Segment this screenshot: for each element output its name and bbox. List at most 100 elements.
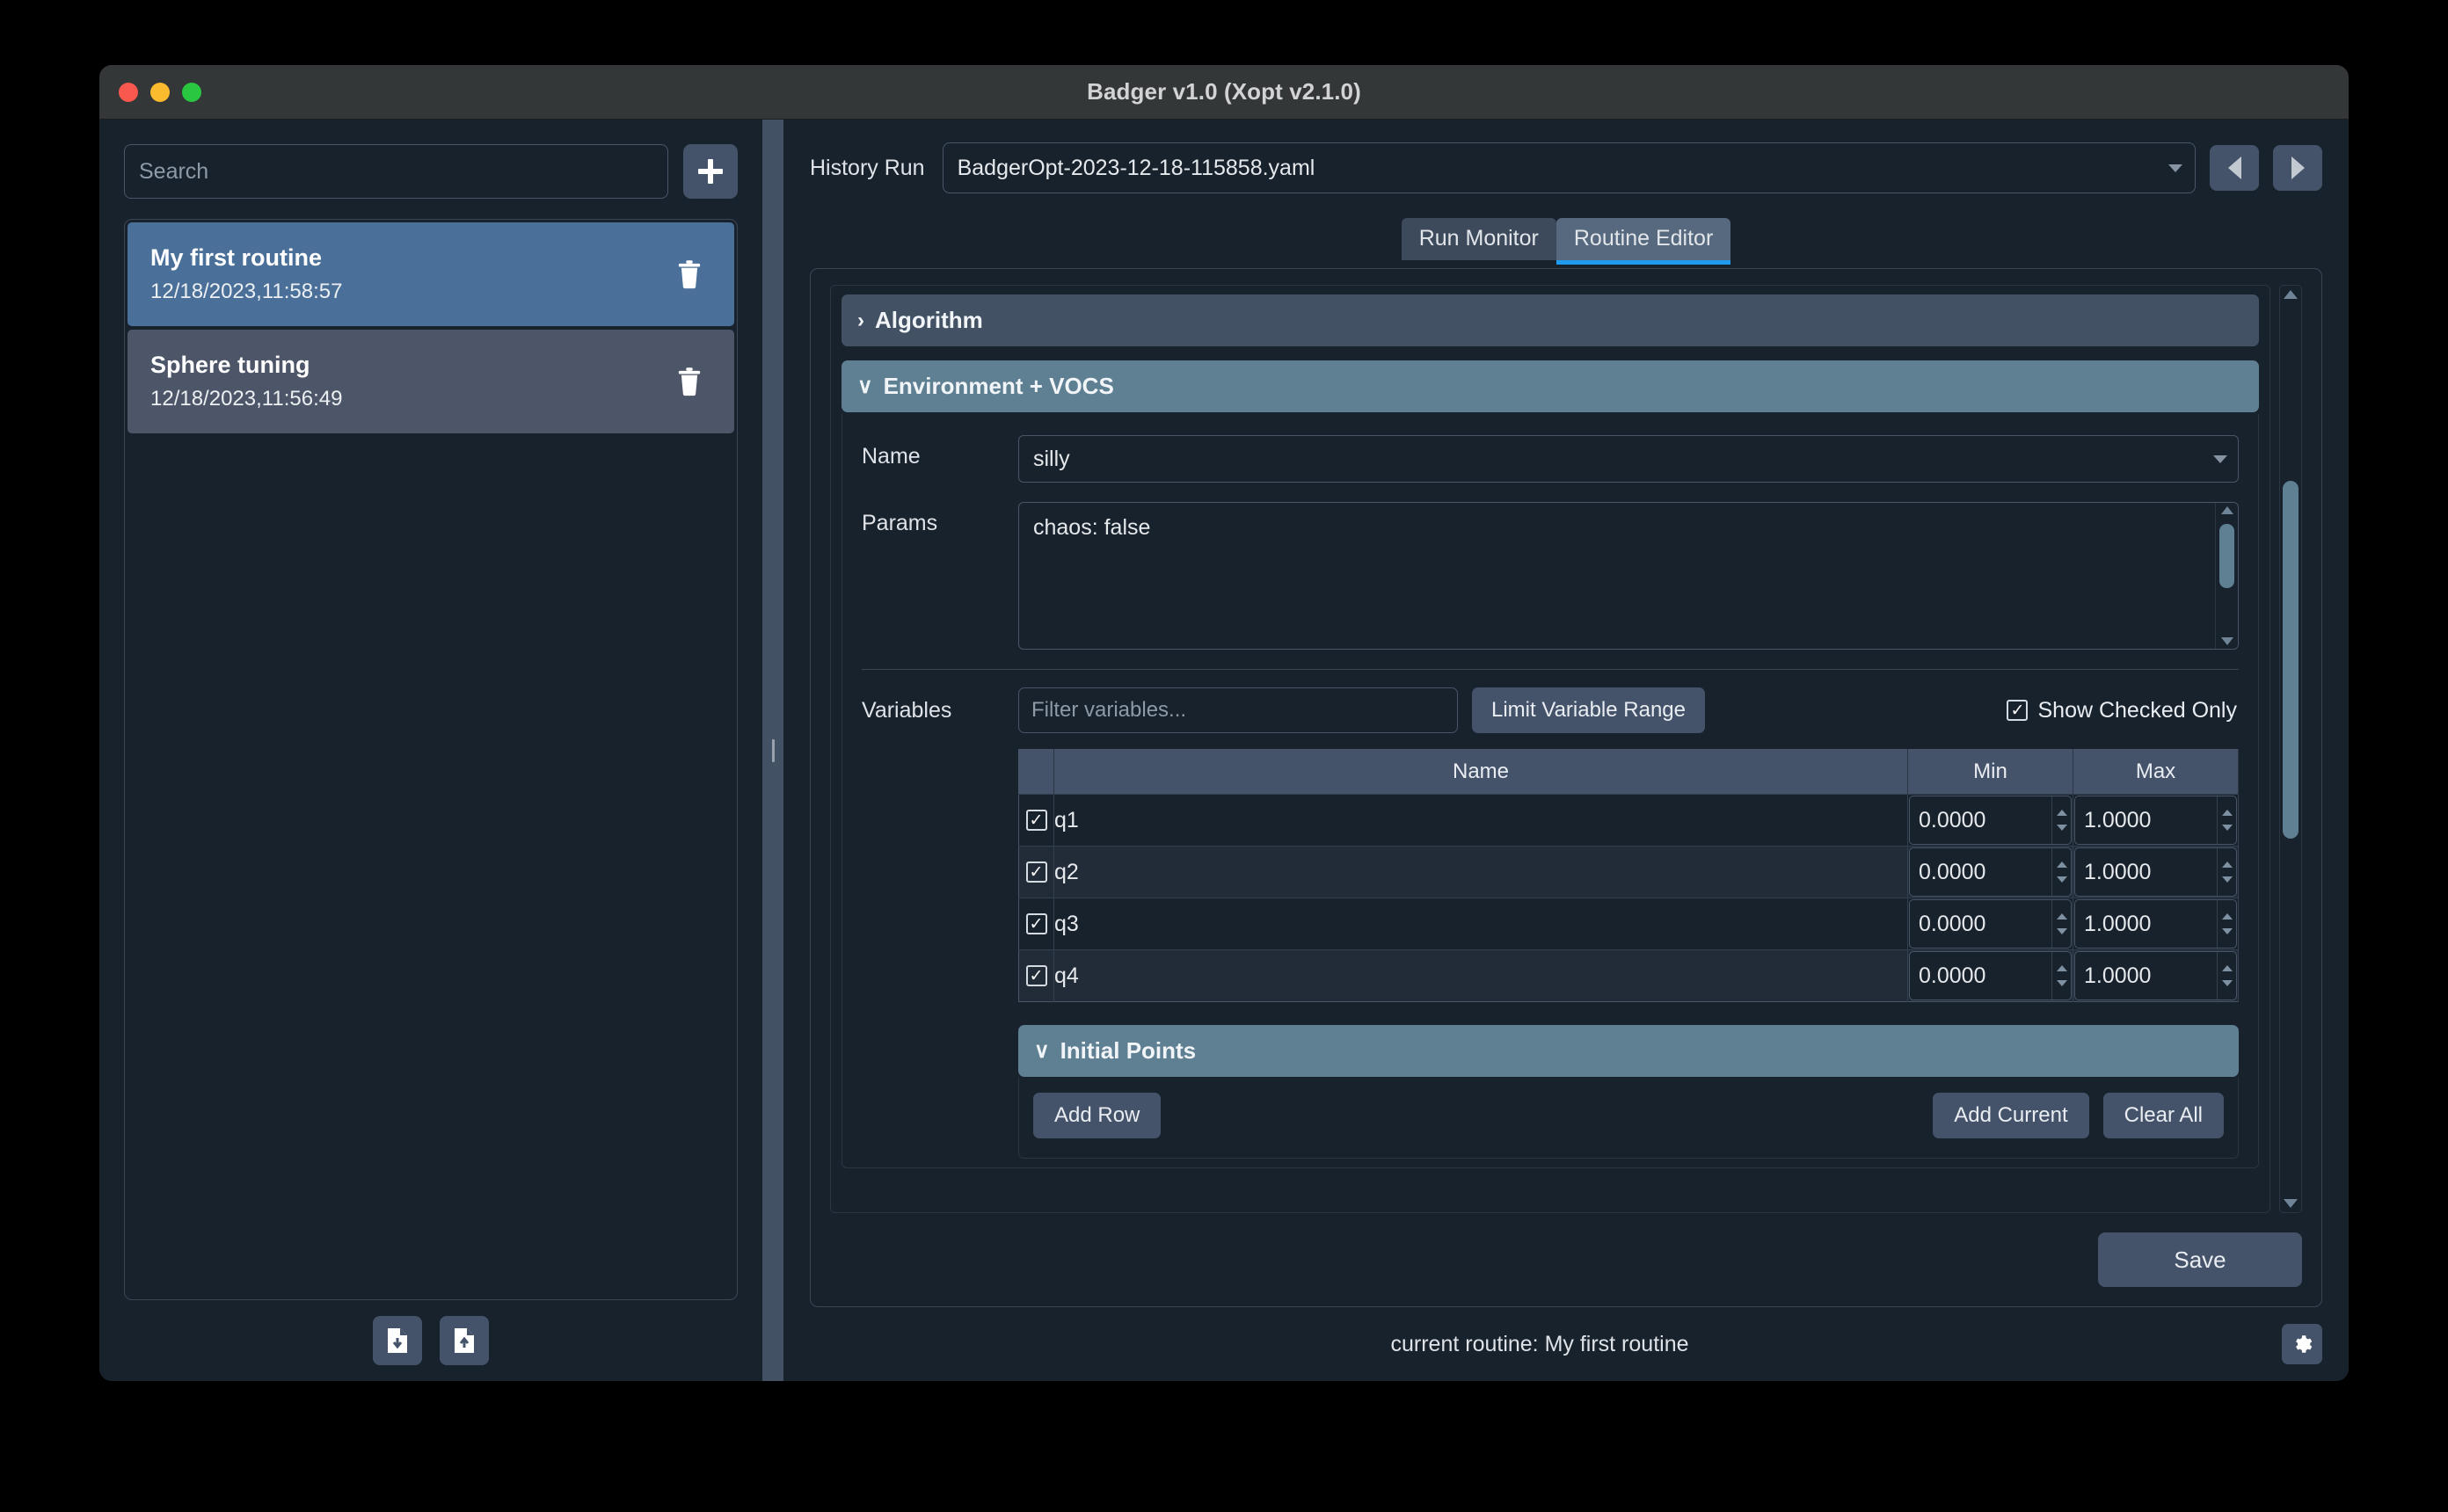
- app-window: Badger v1.0 (Xopt v2.1.0) My first routi…: [99, 65, 2349, 1381]
- stepper-down-icon[interactable]: [2221, 825, 2233, 831]
- params-scrollbar[interactable]: [2215, 503, 2238, 649]
- variable-checkbox[interactable]: ✓: [1025, 913, 1047, 934]
- routine-list[interactable]: My first routine 12/18/2023,11:58:57 Sph…: [124, 219, 738, 1300]
- clear-all-button[interactable]: Clear All: [2102, 1093, 2224, 1138]
- variable-max-value: 1.0000: [2084, 859, 2152, 884]
- variables-filter-input[interactable]: [1018, 687, 1458, 733]
- section-label-initial-points: Initial Points: [1060, 1037, 1197, 1064]
- editor-scrollbar[interactable]: [2279, 285, 2302, 1213]
- name-label: Name: [862, 444, 921, 469]
- params-scroll-track[interactable]: [2216, 514, 2238, 637]
- variable-min-stepper[interactable]: 0.0000: [1909, 847, 2072, 897]
- stepper-down-icon[interactable]: [2056, 928, 2067, 934]
- editor-scroll-area: › Algorithm ∨ Environment + VOCS Name si…: [830, 285, 2302, 1213]
- main-split: My first routine 12/18/2023,11:58:57 Sph…: [99, 120, 2349, 1381]
- panel-splitter[interactable]: [762, 120, 783, 1381]
- variable-max-value: 1.0000: [2084, 911, 2152, 936]
- environment-name-select[interactable]: silly: [1018, 435, 2239, 483]
- stepper-down-icon[interactable]: [2056, 825, 2067, 831]
- section-header-initial-points[interactable]: ∨ Initial Points: [1018, 1025, 2239, 1077]
- variable-name: q1: [1053, 794, 1908, 847]
- stepper-up-icon[interactable]: [2056, 861, 2067, 868]
- params-scroll-thumb[interactable]: [2219, 524, 2234, 588]
- trash-icon[interactable]: [676, 367, 703, 396]
- column-header-name: Name: [1053, 749, 1908, 795]
- save-button[interactable]: Save: [2098, 1232, 2302, 1287]
- stepper-up-icon[interactable]: [2056, 810, 2067, 816]
- table-row[interactable]: ✓ q1 0.0000 1.0000: [1018, 794, 2239, 847]
- limit-variable-range-button[interactable]: Limit Variable Range: [1472, 687, 1706, 733]
- history-run-value: BadgerOpt-2023-12-18-115858.yaml: [957, 155, 1315, 180]
- params-editor[interactable]: chaos: false: [1018, 502, 2239, 650]
- settings-button[interactable]: [2282, 1324, 2322, 1364]
- table-row[interactable]: ✓ q2 0.0000 1.0000: [1018, 846, 2239, 898]
- maximize-button[interactable]: [182, 82, 201, 102]
- variable-min-stepper[interactable]: 0.0000: [1909, 951, 2072, 1000]
- history-run-select[interactable]: BadgerOpt-2023-12-18-115858.yaml: [942, 142, 2196, 193]
- stepper-up-icon[interactable]: [2056, 913, 2067, 920]
- variables-label: Variables: [862, 697, 952, 723]
- search-input[interactable]: [124, 144, 668, 199]
- variable-max-stepper[interactable]: 1.0000: [2074, 847, 2237, 897]
- list-item[interactable]: My first routine 12/18/2023,11:58:57: [128, 222, 734, 326]
- variable-checkbox[interactable]: ✓: [1025, 965, 1047, 986]
- stepper-down-icon[interactable]: [2056, 980, 2067, 986]
- stepper-up-icon[interactable]: [2221, 810, 2233, 816]
- status-text: current routine: My first routine: [1390, 1331, 1689, 1356]
- splitter-grip: [771, 738, 775, 762]
- table-row[interactable]: ✓ q4 0.0000 1.0000: [1018, 949, 2239, 1002]
- editor-scroll-thumb[interactable]: [2283, 481, 2299, 839]
- variable-checkbox[interactable]: ✓: [1025, 861, 1047, 883]
- stepper-down-icon[interactable]: [2221, 928, 2233, 934]
- variable-min-stepper[interactable]: 0.0000: [1909, 796, 2072, 845]
- tab-run-monitor[interactable]: Run Monitor: [1401, 218, 1556, 260]
- variable-checkbox[interactable]: ✓: [1025, 810, 1047, 831]
- stepper-up-icon[interactable]: [2056, 965, 2067, 971]
- show-checked-only-toggle[interactable]: ✓ Show Checked Only: [2007, 698, 2239, 723]
- history-next-button[interactable]: [2273, 145, 2322, 191]
- scroll-up-icon[interactable]: [2220, 506, 2233, 514]
- section-header-algorithm[interactable]: › Algorithm: [842, 294, 2259, 346]
- show-checked-only-checkbox[interactable]: ✓: [2007, 700, 2029, 721]
- editor-scroll-track[interactable]: [2280, 302, 2301, 1196]
- add-routine-button[interactable]: [683, 144, 738, 199]
- variable-min-value: 0.0000: [1919, 963, 1986, 988]
- routine-text: Sphere tuning 12/18/2023,11:56:49: [150, 352, 342, 411]
- variables-table-wrap: Name Min Max ✓ q1 0.0000 1.0000 ✓ q2 0.0…: [1018, 749, 2239, 1002]
- variable-max-stepper[interactable]: 1.0000: [2074, 951, 2237, 1000]
- stepper-up-icon[interactable]: [2221, 913, 2233, 920]
- scroll-down-icon[interactable]: [2284, 1199, 2298, 1208]
- stepper-down-icon[interactable]: [2056, 876, 2067, 883]
- scroll-up-icon[interactable]: [2284, 290, 2298, 299]
- stepper-down-icon[interactable]: [2221, 980, 2233, 986]
- scroll-down-icon[interactable]: [2220, 637, 2233, 645]
- stepper-up-icon[interactable]: [2221, 861, 2233, 868]
- section-label-algorithm: Algorithm: [875, 307, 983, 333]
- add-current-button[interactable]: Add Current: [1933, 1093, 2089, 1138]
- routine-editor-card: › Algorithm ∨ Environment + VOCS Name si…: [810, 268, 2322, 1307]
- variable-min-value: 0.0000: [1919, 911, 1986, 936]
- section-header-environment[interactable]: ∨ Environment + VOCS: [842, 360, 2259, 412]
- export-routine-button[interactable]: [440, 1316, 489, 1365]
- routine-name: Sphere tuning: [150, 352, 310, 378]
- variable-min-stepper[interactable]: 0.0000: [1909, 899, 2072, 949]
- table-row[interactable]: ✓ q3 0.0000 1.0000: [1018, 898, 2239, 950]
- file-upload-icon: [455, 1328, 474, 1353]
- stepper-up-icon[interactable]: [2221, 965, 2233, 971]
- list-item[interactable]: Sphere tuning 12/18/2023,11:56:49: [128, 330, 734, 433]
- column-header-max: Max: [2073, 749, 2239, 795]
- close-button[interactable]: [119, 82, 138, 102]
- import-routine-button[interactable]: [373, 1316, 422, 1365]
- sidebar: My first routine 12/18/2023,11:58:57 Sph…: [99, 120, 762, 1381]
- add-row-button[interactable]: Add Row: [1033, 1093, 1162, 1138]
- routine-name: My first routine: [150, 244, 323, 271]
- history-prev-button[interactable]: [2210, 145, 2259, 191]
- variable-max-stepper[interactable]: 1.0000: [2074, 796, 2237, 845]
- triangle-left-icon: [2227, 156, 2241, 179]
- trash-icon[interactable]: [676, 259, 703, 289]
- window-controls: [119, 82, 201, 102]
- tab-routine-editor[interactable]: Routine Editor: [1556, 218, 1731, 265]
- minimize-button[interactable]: [150, 82, 170, 102]
- variable-max-stepper[interactable]: 1.0000: [2074, 899, 2237, 949]
- stepper-down-icon[interactable]: [2221, 876, 2233, 883]
